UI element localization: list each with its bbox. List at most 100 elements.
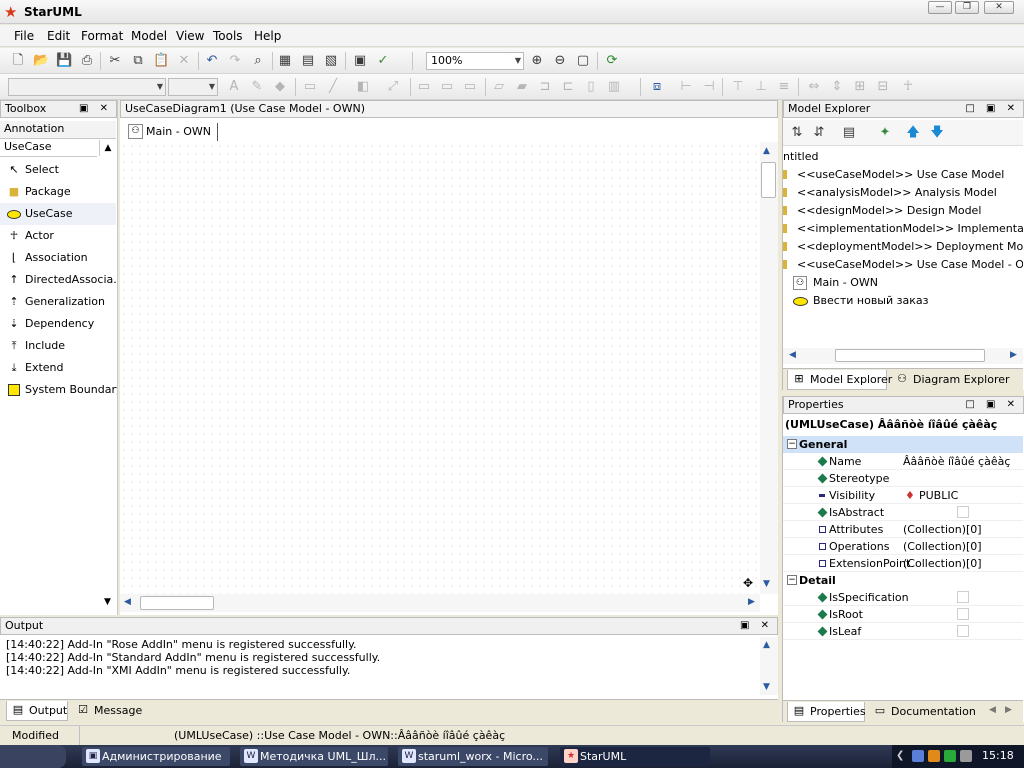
vertical-scrollbar[interactable]: ▲ ▼	[760, 142, 778, 594]
zoom-out-icon[interactable]: ⊖	[552, 53, 568, 69]
style-icon[interactable]: ▭	[302, 79, 318, 95]
toolbox-item-package[interactable]: ■ Package	[0, 181, 116, 203]
horizontal-scrollbar[interactable]: ◀ ▶	[783, 348, 1023, 364]
tab-message[interactable]: ☑ Message	[72, 701, 152, 721]
verify-model-icon[interactable]: ✓	[375, 53, 391, 69]
collapse-icon[interactable]: −	[787, 575, 797, 585]
paste-icon[interactable]: 📋	[153, 53, 169, 69]
font-color-icon[interactable]: A	[226, 79, 242, 95]
panel-controls[interactable]: ▣ ✕	[79, 101, 112, 117]
layout-diagram-icon[interactable]: ⧈	[649, 79, 665, 95]
bring-front-icon[interactable]: ▱	[491, 79, 507, 95]
network-icon[interactable]	[912, 750, 924, 762]
isabstract-checkbox[interactable]	[957, 506, 969, 518]
horizontal-scrollbar[interactable]: ◀ ▶	[120, 594, 760, 612]
menu-edit[interactable]: Edit	[47, 29, 70, 43]
vertical-scrollbar[interactable]: ▲ ▼	[760, 637, 778, 695]
chevron-right-icon[interactable]: ▶	[1010, 350, 1017, 360]
tab-output[interactable]: ▤ Output	[6, 701, 68, 721]
isleaf-checkbox[interactable]	[957, 625, 969, 637]
new-file-icon[interactable]: 🗋	[10, 53, 26, 69]
font-size-combo[interactable]: ▼	[168, 78, 218, 96]
property-row[interactable]: Operations (Collection)[0]	[783, 538, 1023, 555]
toolbox-item-include[interactable]: ⤒ Include	[0, 335, 116, 357]
toolbox-item-actor[interactable]: ☥ Actor	[0, 225, 116, 247]
task-word-document[interactable]: W Методичка UML_Шл...	[240, 747, 388, 766]
move-down-icon[interactable]: 🡇	[929, 125, 945, 141]
menu-model[interactable]: Model	[131, 29, 167, 43]
toolbox-category-usecase[interactable]: UseCase	[0, 139, 97, 157]
chevron-up-icon[interactable]: ▲	[763, 146, 770, 156]
isroot-checkbox[interactable]	[957, 608, 969, 620]
fit-zoom-icon[interactable]: ▢	[575, 53, 591, 69]
filter-icon[interactable]: ▤	[841, 125, 857, 141]
same-height-icon[interactable]: ⇕	[829, 79, 845, 95]
chevron-right-icon[interactable]: ▶	[748, 597, 755, 607]
chevron-down-icon[interactable]: ▼	[99, 597, 116, 611]
undo-icon[interactable]: ↶	[204, 53, 220, 69]
refresh-icon[interactable]: ⟳	[604, 53, 620, 69]
diagram-settings-icon[interactable]: ▧	[323, 53, 339, 69]
save-icon[interactable]: 💾	[56, 53, 72, 69]
align-icon[interactable]: ⊐	[537, 79, 553, 95]
property-row[interactable]: Attributes (Collection)[0]	[783, 521, 1023, 538]
property-row[interactable]: Visibility ♦ PUBLIC	[783, 487, 1023, 504]
tab-documentation[interactable]: ▭ Documentation	[869, 702, 976, 722]
layout-icon[interactable]: ▥	[606, 79, 622, 95]
print-icon[interactable]: ⎙	[79, 53, 95, 69]
zoom-in-icon[interactable]: ⊕	[529, 53, 545, 69]
property-row[interactable]: IsLeaf	[783, 623, 1023, 640]
toolbox-item-dependency[interactable]: ⇣ Dependency	[0, 313, 116, 335]
align-right-icon[interactable]: ⊣	[701, 79, 717, 95]
chevron-left-icon[interactable]: ◀	[124, 597, 131, 607]
toolbox-item-extend[interactable]: ⤓ Extend	[0, 357, 116, 379]
sort-icon[interactable]: ⇅	[789, 125, 805, 141]
start-button[interactable]	[0, 745, 66, 768]
tab-diagram-explorer[interactable]: ⚇ Diagram Explorer	[891, 370, 1009, 390]
toolbox-item-generalization[interactable]: ⇡ Generalization	[0, 291, 116, 313]
battery-icon[interactable]	[944, 750, 956, 762]
tree-item-use-case-model-own[interactable]: <<useCaseModel>> Use Case Model - OWN	[783, 256, 1023, 274]
menu-file[interactable]: File	[14, 29, 34, 43]
menu-help[interactable]: Help	[254, 29, 281, 43]
align-bottom-icon[interactable]: ≡	[776, 79, 792, 95]
align-left-icon[interactable]: ⊢	[678, 79, 694, 95]
find-icon[interactable]: ⌕	[250, 53, 266, 69]
diagram-icon[interactable]: ▤	[300, 53, 316, 69]
menu-format[interactable]: Format	[81, 29, 123, 43]
toolbox-item-association[interactable]: ⌊ Association	[0, 247, 116, 269]
chevron-up-icon[interactable]: ▲	[763, 640, 770, 650]
task-staruml[interactable]: ★ StarUML	[560, 747, 710, 766]
auto-resize-icon[interactable]: ⤢	[385, 79, 401, 95]
tree-root[interactable]: ntitled	[783, 148, 1023, 166]
panel-controls[interactable]: ▣ ✕	[740, 618, 773, 634]
property-row[interactable]: ExtensionPoint (Collection)[0]	[783, 555, 1023, 572]
tree-item-main-diagram[interactable]: ⚇ Main - OWN	[783, 274, 1023, 292]
chevron-down-icon[interactable]: ▼	[763, 682, 770, 692]
show-attributes-icon[interactable]: ▭	[439, 79, 455, 95]
toolbox-category-annotation[interactable]: Annotation	[0, 121, 116, 139]
property-row[interactable]: Name Âââñòè íîâûé çàêàç	[783, 453, 1023, 470]
same-width-icon[interactable]: ⇔	[806, 79, 822, 95]
move-up-icon[interactable]: 🡅	[905, 125, 921, 141]
property-row[interactable]: IsRoot	[783, 606, 1023, 623]
property-row[interactable]: Stereotype	[783, 470, 1023, 487]
font-combo[interactable]: ▼	[8, 78, 166, 96]
isspecification-checkbox[interactable]	[957, 591, 969, 603]
diagram-canvas[interactable]	[120, 142, 760, 594]
tree-item-implementation-model[interactable]: <<implementationModel>> Implementation M…	[783, 220, 1023, 238]
tree-item-usecase[interactable]: Ввести новый заказ	[783, 292, 1023, 310]
task-word-staruml-worx[interactable]: Wstaruml_worx - Micro...	[398, 747, 548, 766]
send-back-icon[interactable]: ▰	[514, 79, 530, 95]
pan-icon[interactable]: ✥	[743, 576, 753, 590]
open-folder-icon[interactable]: 📂	[33, 53, 49, 69]
align-middle-icon[interactable]: ⊥	[753, 79, 769, 95]
sort-type-icon[interactable]: ⇵	[811, 125, 827, 141]
align-top-icon[interactable]: ⊤	[730, 79, 746, 95]
tab-properties[interactable]: ▤ Properties	[787, 702, 866, 722]
collapse-icon[interactable]: −	[787, 439, 797, 449]
cut-icon[interactable]: ✂	[107, 53, 123, 69]
distribute-icon[interactable]: ▯	[583, 79, 599, 95]
delete-icon[interactable]: ✕	[176, 53, 192, 69]
tree-item-design-model[interactable]: <<designModel>> Design Model	[783, 202, 1023, 220]
